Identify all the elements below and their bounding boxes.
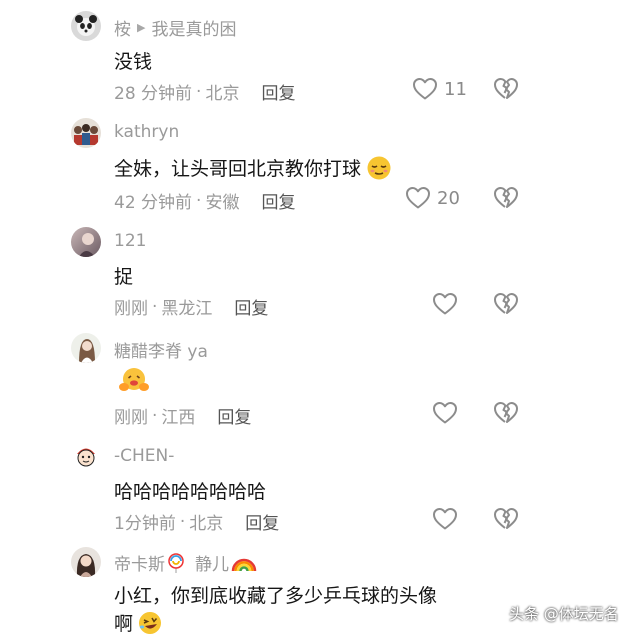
avatar[interactable] — [71, 11, 101, 41]
hugging-face-emoji-icon — [119, 368, 149, 391]
dislike-button[interactable] — [493, 507, 519, 531]
like-button[interactable]: 20 — [405, 186, 460, 210]
username[interactable]: 帝卡斯 — [114, 550, 165, 575]
comment-text — [114, 366, 150, 394]
relieved-face-emoji-icon — [367, 156, 391, 179]
broken-heart-icon — [494, 402, 518, 423]
separator: · — [196, 190, 202, 211]
comment-text-content: 小红，你到底收藏了多少乒乓球的头像 — [114, 585, 438, 607]
comment-location: 黑龙江 — [161, 299, 213, 319]
comment-text-content: 哈哈哈哈哈哈哈哈 — [114, 481, 267, 503]
dislike-button[interactable] — [493, 401, 519, 425]
heart-outline-icon — [433, 402, 457, 424]
comment-text-content: 捉 — [114, 266, 134, 288]
comment-header: kathryn — [114, 122, 179, 142]
separator: · — [179, 511, 186, 532]
comment-text: 小红，你到底收藏了多少乒乓球的头像 — [114, 581, 437, 608]
comment-meta: 刚刚 · 江西 回复 — [114, 403, 251, 429]
like-button[interactable]: 11 — [412, 77, 467, 101]
comment-text: 没钱 — [114, 47, 152, 74]
heart-outline-icon — [413, 78, 437, 100]
avatar[interactable] — [71, 333, 101, 363]
comment-meta: 28 分钟前 · 北京 回复 — [114, 79, 295, 105]
comment-header: 121 — [114, 231, 146, 251]
comment-meta: 刚刚 · 黑龙江 回复 — [114, 294, 268, 320]
avatar[interactable] — [71, 441, 101, 471]
comment-header: 帝卡斯 静儿 — [114, 550, 257, 575]
like-button[interactable] — [432, 292, 458, 316]
reply-button[interactable]: 回复 — [217, 403, 251, 428]
comment-header: 桉 ▶ 我是真的困 — [114, 15, 236, 40]
broken-heart-icon — [494, 293, 518, 314]
heart-outline-icon — [433, 293, 457, 315]
comment-location: 江西 — [161, 408, 196, 428]
comment-text-line-2: 啊 — [114, 609, 163, 636]
reply-button[interactable]: 回复 — [245, 509, 279, 534]
like-count: 20 — [437, 187, 460, 209]
comment-meta: 42 分钟前 · 安徽 回复 — [114, 188, 295, 214]
like-button[interactable] — [432, 401, 458, 425]
comment-text-content: 没钱 — [114, 51, 153, 73]
comment-time: 42 分钟前 — [114, 193, 193, 213]
reply-to-username[interactable]: 我是真的困 — [151, 15, 236, 40]
comment-text-content: 啊 — [114, 613, 134, 635]
username-suffix[interactable]: 静儿 — [195, 550, 229, 575]
reply-button[interactable]: 回复 — [261, 188, 295, 213]
triangle-right-icon: ▶ — [137, 21, 146, 34]
username[interactable]: 桉 — [114, 15, 131, 40]
watermark: 头条 @体坛无名 — [509, 605, 619, 623]
dislike-button[interactable] — [493, 186, 519, 210]
comment-location: 北京 — [205, 84, 240, 104]
separator: · — [196, 81, 202, 102]
dislike-button[interactable] — [493, 292, 519, 316]
comment-header: -CHEN- — [114, 446, 174, 466]
username[interactable]: kathryn — [114, 122, 179, 142]
separator: · — [152, 405, 158, 426]
like-button[interactable] — [432, 507, 458, 531]
username[interactable]: 121 — [114, 231, 146, 251]
comment-text-content: 全妹，让头哥回北京教你打球 — [114, 158, 362, 180]
comment-time: 刚刚 — [114, 408, 148, 428]
broken-heart-icon — [494, 78, 518, 99]
comment-location: 安徽 — [205, 193, 240, 213]
separator: · — [152, 296, 158, 317]
dislike-button[interactable] — [493, 77, 519, 101]
heart-outline-icon — [406, 187, 430, 209]
comment-text: 全妹，让头哥回北京教你打球 — [114, 154, 393, 181]
username[interactable]: -CHEN- — [114, 446, 174, 466]
comment-time: 1分钟前 — [114, 514, 176, 534]
avatar[interactable] — [71, 227, 101, 257]
broken-heart-icon — [494, 508, 518, 529]
rainbow-emoji-icon — [231, 558, 257, 571]
avatar[interactable] — [71, 547, 101, 577]
reply-button[interactable]: 回复 — [234, 294, 268, 319]
comment-time: 刚刚 — [114, 299, 148, 319]
comment-location: 北京 — [189, 514, 224, 534]
comment-text: 哈哈哈哈哈哈哈哈 — [114, 477, 266, 504]
comment-header: 糖醋李脊 ya — [114, 337, 208, 362]
lollipop-emoji-icon — [168, 552, 184, 573]
rolling-laughing-emoji-icon — [139, 611, 162, 634]
broken-heart-icon — [494, 187, 518, 208]
reply-button[interactable]: 回复 — [261, 79, 295, 104]
comment-time: 28 分钟前 — [114, 84, 193, 104]
username[interactable]: 糖醋李脊 ya — [114, 337, 208, 362]
comment-meta: 1分钟前 · 北京 回复 — [114, 509, 279, 535]
heart-outline-icon — [433, 508, 457, 530]
like-count: 11 — [444, 78, 467, 100]
avatar[interactable] — [71, 118, 101, 148]
comment-text: 捉 — [114, 262, 133, 289]
